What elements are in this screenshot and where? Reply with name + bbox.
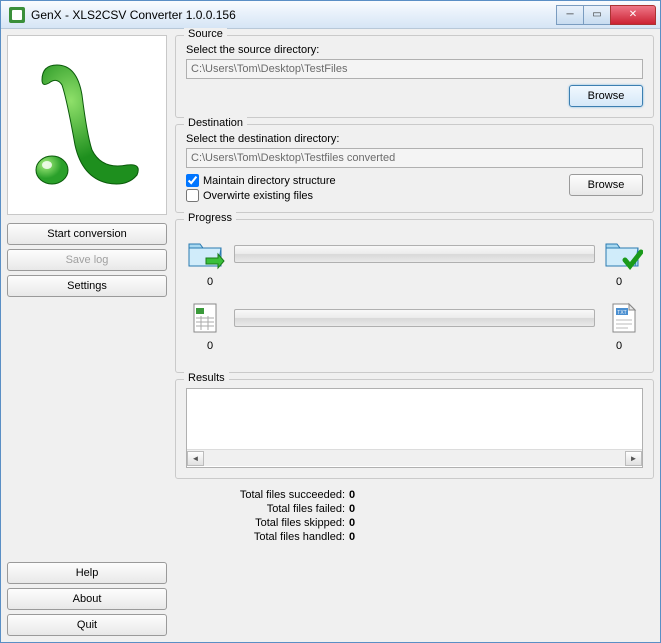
logo-box (7, 35, 167, 215)
minimize-button[interactable]: ─ (556, 5, 584, 25)
destination-browse-button[interactable]: Browse (569, 174, 643, 196)
overwrite-checkbox[interactable]: Overwirte existing files (186, 189, 559, 202)
window-title: GenX - XLS2CSV Converter 1.0.0.156 (31, 8, 557, 22)
results-group: Results ◄ ► (175, 379, 654, 479)
quit-button[interactable]: Quit (7, 614, 167, 636)
destination-group-title: Destination (184, 117, 247, 129)
titlebar[interactable]: GenX - XLS2CSV Converter 1.0.0.156 ─ ▭ ✕ (1, 1, 660, 29)
total-handled-label: Total files handled: (215, 531, 345, 543)
destination-group: Destination Select the destination direc… (175, 124, 654, 213)
maximize-button[interactable]: ▭ (583, 5, 611, 25)
folder-in-icon (186, 234, 226, 274)
total-succeeded-value: 0 (349, 489, 355, 501)
app-icon (9, 7, 25, 23)
source-path-input[interactable] (186, 59, 643, 79)
excel-icon (27, 55, 147, 195)
close-button[interactable]: ✕ (610, 5, 656, 25)
progress-group: Progress 0 (175, 219, 654, 373)
help-button[interactable]: Help (7, 562, 167, 584)
progress-bar-folders (234, 245, 595, 263)
source-label: Select the source directory: (186, 44, 643, 56)
total-skipped-value: 0 (349, 517, 355, 529)
totals-area: Total files succeeded: 0 Total files fail… (175, 485, 654, 543)
app-window: GenX - XLS2CSV Converter 1.0.0.156 ─ ▭ ✕ (0, 0, 661, 643)
destination-label: Select the destination directory: (186, 133, 643, 145)
xls-count: 0 (186, 340, 234, 352)
maintain-structure-label: Maintain directory structure (203, 175, 336, 187)
source-group: Source Select the source directory: Brow… (175, 35, 654, 118)
total-skipped-label: Total files skipped: (215, 517, 345, 529)
progress-group-title: Progress (184, 212, 236, 224)
total-succeeded-label: Total files succeeded: (215, 489, 345, 501)
results-group-title: Results (184, 372, 229, 384)
results-list[interactable]: ◄ ► (186, 388, 643, 468)
window-controls: ─ ▭ ✕ (557, 5, 656, 25)
left-column: Start conversion Save log Settings Help … (7, 35, 167, 636)
settings-button[interactable]: Settings (7, 275, 167, 297)
left-buttons-bottom: Help About Quit (7, 562, 167, 636)
content-area: Start conversion Save log Settings Help … (1, 29, 660, 642)
folder-done-icon (603, 234, 643, 274)
total-failed-label: Total files failed: (215, 503, 345, 515)
start-conversion-button[interactable]: Start conversion (7, 223, 167, 245)
about-button[interactable]: About (7, 588, 167, 610)
overwrite-label: Overwirte existing files (203, 190, 313, 202)
folder-in-count: 0 (186, 276, 234, 288)
scroll-right-icon[interactable]: ► (625, 451, 642, 466)
source-group-title: Source (184, 28, 227, 40)
overwrite-input[interactable] (186, 189, 199, 202)
maintain-structure-checkbox[interactable]: Maintain directory structure (186, 174, 559, 187)
txt-file-icon: TXT (603, 298, 643, 338)
save-log-button[interactable]: Save log (7, 249, 167, 271)
scroll-left-icon[interactable]: ◄ (187, 451, 204, 466)
svg-text:TXT: TXT (617, 310, 626, 316)
destination-path-input[interactable] (186, 148, 643, 168)
right-column: Source Select the source directory: Brow… (175, 35, 654, 636)
total-failed-value: 0 (349, 503, 355, 515)
source-browse-button[interactable]: Browse (569, 85, 643, 107)
folder-out-count: 0 (595, 276, 643, 288)
left-buttons-top: Start conversion Save log Settings (7, 223, 167, 297)
total-handled-value: 0 (349, 531, 355, 543)
txt-count: 0 (595, 340, 643, 352)
results-scrollbar[interactable]: ◄ ► (187, 449, 642, 466)
maintain-structure-input[interactable] (186, 174, 199, 187)
progress-bar-files (234, 309, 595, 327)
xls-file-icon (186, 298, 226, 338)
